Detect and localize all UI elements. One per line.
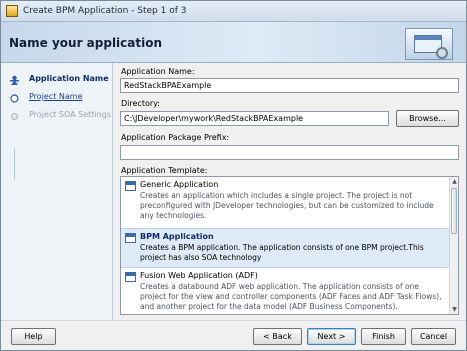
current-step-icon	[10, 75, 19, 85]
scroll-up-arrow-icon[interactable]: ▲	[450, 177, 458, 186]
title-bar: Create BPM Application - Step 1 of 3	[1, 1, 466, 22]
scroll-thumb[interactable]	[451, 188, 457, 234]
generic-application-icon	[125, 181, 136, 191]
directory-label: Directory:	[121, 99, 160, 108]
directory-input[interactable]: C:\JDeveloper\mywork\RedStackBPAExample	[120, 111, 389, 126]
wizard-header: Name your application	[1, 22, 466, 63]
bpm-application-icon	[125, 233, 136, 243]
application-wizard-icon	[405, 28, 453, 60]
template-fusion-web-application[interactable]: Fusion Web Application (ADF) Creates a d…	[121, 268, 449, 314]
nav-step-application-name[interactable]: Application Name	[1, 73, 113, 87]
bpm-app-icon	[6, 5, 18, 17]
template-name: Generic Application	[140, 180, 219, 189]
page-title: Name your application	[9, 36, 163, 50]
nav-step-project-name[interactable]: Project Name	[1, 91, 113, 105]
template-description: Creates a databound ADF web application.…	[140, 282, 442, 311]
cancel-button[interactable]: Cancel	[411, 328, 456, 345]
nav-step-label: Project SOA Settings	[29, 110, 111, 119]
app-name-input[interactable]: RedStackBPAExample	[120, 78, 459, 93]
template-name: BPM Application	[140, 232, 214, 241]
wizard-steps-nav: Application Name Project Name Project SO…	[1, 63, 113, 320]
nav-step-project-soa-settings: Project SOA Settings	[1, 109, 113, 123]
wizard-window: Create BPM Application - Step 1 of 3 Nam…	[0, 0, 467, 351]
step-icon	[11, 113, 18, 120]
template-description: Creates an application which includes a …	[140, 191, 434, 220]
window-title: Create BPM Application - Step 1 of 3	[23, 6, 187, 16]
next-button[interactable]: Next >	[307, 328, 356, 345]
package-prefix-label: Application Package Prefix:	[121, 133, 230, 142]
scroll-down-arrow-icon[interactable]: ▼	[450, 305, 458, 314]
template-list-scrollbar[interactable]: ▲ ▼	[449, 177, 458, 314]
fusion-web-application-icon	[125, 272, 136, 282]
finish-button[interactable]: Finish	[361, 328, 406, 345]
help-button[interactable]: Help	[11, 328, 56, 345]
package-prefix-input[interactable]	[120, 145, 459, 160]
application-template-list[interactable]: Generic Application Creates an applicati…	[120, 176, 459, 315]
wizard-content: Application Name: RedStackBPAExample Dir…	[113, 63, 466, 320]
wizard-footer: Help < Back Next > Finish Cancel	[1, 320, 466, 350]
app-name-label: Application Name:	[121, 67, 195, 76]
template-description: Creates a BPM application. The applicati…	[140, 243, 424, 262]
nav-step-label: Project Name	[29, 92, 83, 101]
browse-button[interactable]: Browse...	[396, 110, 459, 127]
template-name: Fusion Web Application (ADF)	[140, 271, 258, 280]
nav-step-label: Application Name	[29, 74, 109, 83]
template-bpm-application[interactable]: BPM Application Creates a BPM applicatio…	[121, 228, 449, 268]
step-connector	[14, 149, 15, 179]
template-generic-application[interactable]: Generic Application Creates an applicati…	[121, 177, 449, 226]
back-button[interactable]: < Back	[253, 328, 302, 345]
step-icon	[10, 94, 19, 103]
template-label: Application Template:	[121, 166, 208, 175]
